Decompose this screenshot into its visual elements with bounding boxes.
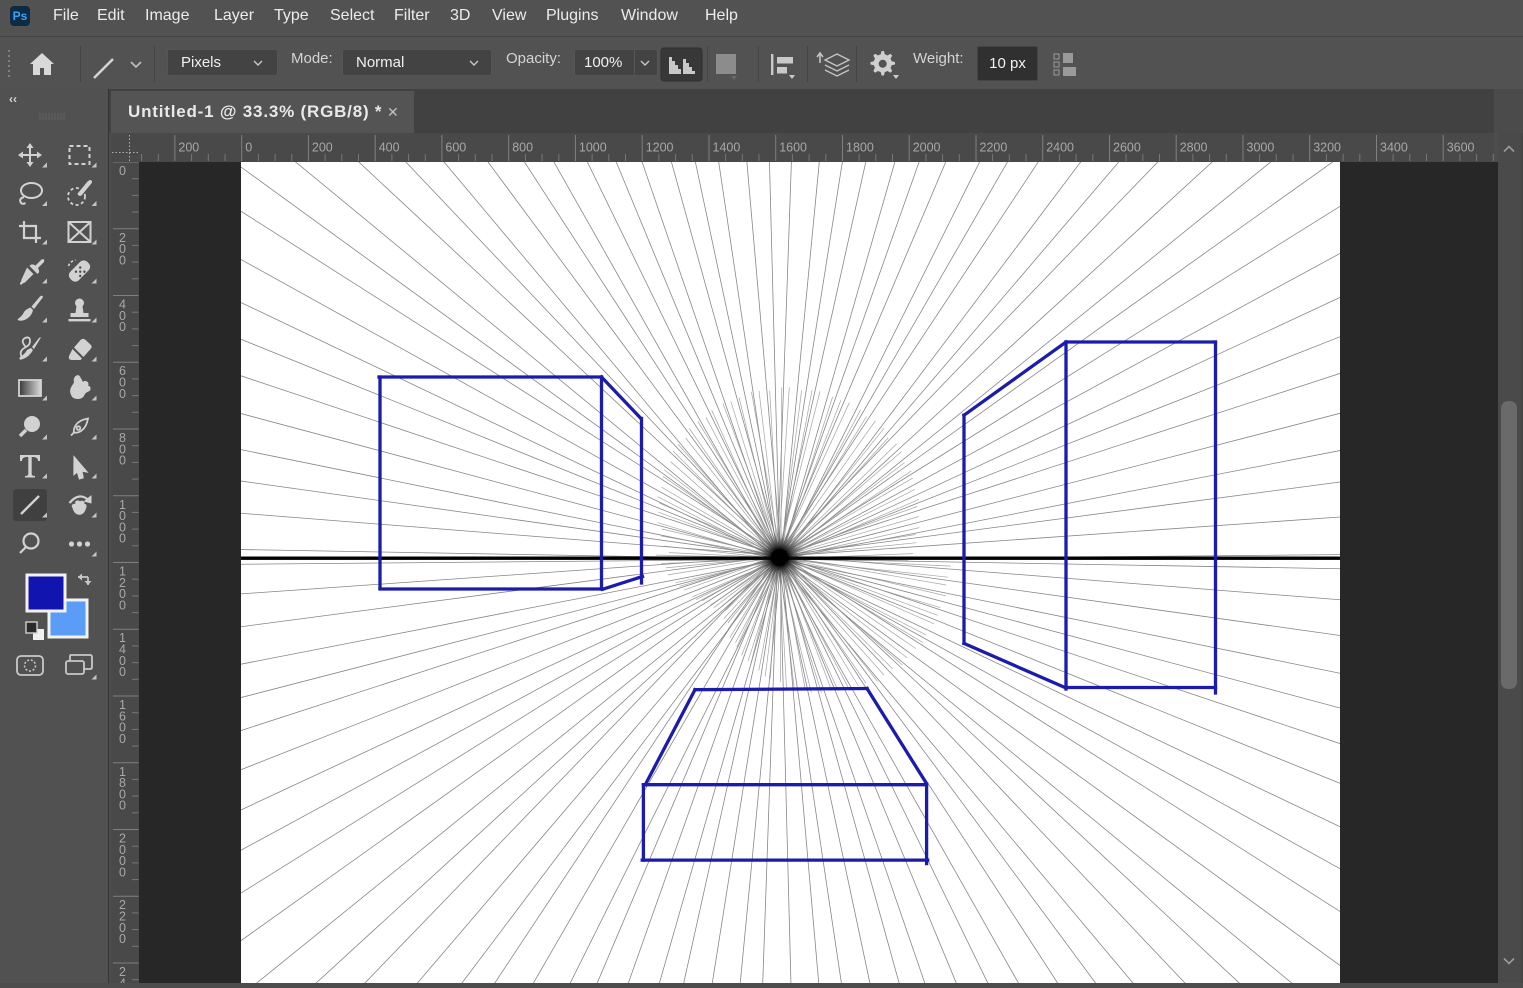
svg-text:2600: 2600 (1113, 141, 1141, 155)
svg-text:0: 0 (119, 320, 126, 334)
svg-text:200: 200 (178, 141, 199, 155)
svg-text:600: 600 (445, 141, 466, 155)
svg-text:0: 0 (119, 732, 126, 746)
svg-text:0: 0 (119, 253, 126, 267)
svg-text:2800: 2800 (1179, 141, 1207, 155)
svg-text:0: 0 (119, 454, 126, 468)
svg-text:3400: 3400 (1380, 141, 1408, 155)
svg-text:3200: 3200 (1313, 141, 1341, 155)
svg-text:0: 0 (119, 598, 126, 612)
svg-text:1200: 1200 (645, 141, 673, 155)
svg-text:0: 0 (245, 141, 252, 155)
svg-text:2400: 2400 (1046, 141, 1074, 155)
svg-text:0: 0 (119, 387, 126, 401)
svg-text:3000: 3000 (1246, 141, 1274, 155)
svg-text:1600: 1600 (779, 141, 807, 155)
svg-text:4: 4 (119, 976, 126, 983)
svg-text:0: 0 (119, 532, 126, 546)
svg-text:200: 200 (311, 141, 332, 155)
svg-text:0: 0 (119, 799, 126, 813)
svg-text:1800: 1800 (846, 141, 874, 155)
svg-text:1400: 1400 (712, 141, 740, 155)
svg-text:3600: 3600 (1446, 141, 1474, 155)
svg-text:0: 0 (119, 164, 126, 178)
svg-text:400: 400 (378, 141, 399, 155)
svg-text:0: 0 (119, 932, 126, 946)
svg-text:0: 0 (119, 865, 126, 879)
svg-text:0: 0 (119, 665, 126, 679)
svg-text:1000: 1000 (578, 141, 606, 155)
svg-text:2000: 2000 (912, 141, 940, 155)
svg-text:2200: 2200 (979, 141, 1007, 155)
svg-text:800: 800 (512, 141, 533, 155)
